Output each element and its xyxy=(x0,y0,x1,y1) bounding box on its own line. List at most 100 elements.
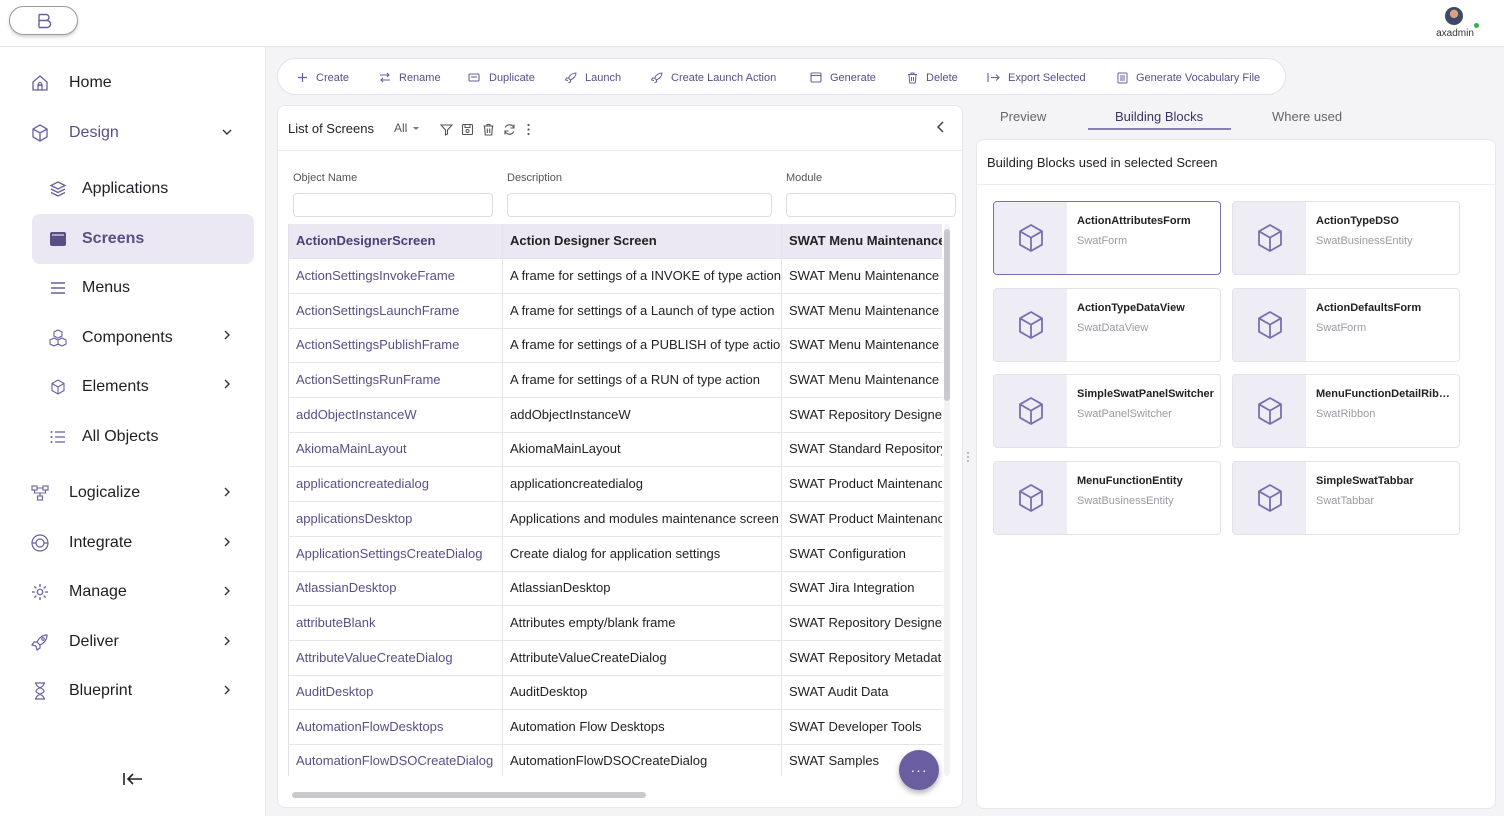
table-row[interactable]: AutomationFlowDSOCreateDialog Automation… xyxy=(289,744,942,776)
building-block-card-selected[interactable]: ActionAttributesForm SwatForm xyxy=(993,201,1221,275)
generate-vocabulary-file-button[interactable]: Generate Vocabulary File xyxy=(1117,69,1260,86)
horizontal-scrollbar[interactable] xyxy=(292,792,646,798)
user-menu[interactable]: axadmin xyxy=(1432,6,1480,40)
object-name-cell[interactable]: addObjectInstanceW xyxy=(289,398,503,432)
table-row[interactable]: ActionSettingsPublishFrame A frame for s… xyxy=(289,328,942,363)
launch-button[interactable]: Launch xyxy=(565,69,621,86)
avatar[interactable] xyxy=(1445,7,1463,25)
tab-building-blocks[interactable]: Building Blocks xyxy=(1115,109,1203,124)
table-row[interactable]: addObjectInstanceW addObjectInstanceW SW… xyxy=(289,398,942,433)
object-name-cell[interactable]: applicationsDesktop xyxy=(289,502,503,536)
building-block-type: SwatTabbar xyxy=(1316,495,1375,507)
building-block-card[interactable]: ActionDefaultsForm SwatForm xyxy=(1232,288,1460,362)
create-launch-action-button[interactable]: Create Launch Action xyxy=(651,69,776,86)
object-name-cell[interactable]: ActionSettingsInvokeFrame xyxy=(289,259,503,293)
object-name-cell[interactable]: ActionSettingsPublishFrame xyxy=(289,328,503,362)
duplicate-button[interactable]: Duplicate xyxy=(468,69,535,86)
collapse-sidebar-button[interactable] xyxy=(120,769,146,789)
object-name-cell[interactable]: AuditDesktop xyxy=(289,675,503,709)
tab-where-used[interactable]: Where used xyxy=(1272,109,1342,124)
refresh-icon[interactable] xyxy=(503,123,516,136)
sidebar-item-components[interactable]: Components xyxy=(32,313,254,363)
table-row[interactable]: ActionSettingsLaunchFrame A frame for se… xyxy=(289,294,942,329)
description-cell: applicationcreatedialog xyxy=(503,467,782,501)
delete-label: Delete xyxy=(926,71,958,84)
layers-icon xyxy=(46,177,70,201)
object-name-cell[interactable]: ActionSettingsRunFrame xyxy=(289,363,503,397)
sidebar-item-blueprint[interactable]: Blueprint xyxy=(20,668,254,714)
object-name-cell[interactable]: attributeBlank xyxy=(289,606,503,640)
panel-splitter-handle[interactable] xyxy=(966,450,970,464)
list-title: List of Screens xyxy=(288,121,374,136)
object-name-cell[interactable]: AkiomaMainLayout xyxy=(289,432,503,466)
sidebar-item-design[interactable]: Design xyxy=(20,110,254,156)
object-name-filter-input[interactable] xyxy=(293,193,493,217)
scroll-thumb[interactable] xyxy=(944,229,950,401)
building-block-card[interactable]: ActionTypeDSO SwatBusinessEntity xyxy=(1232,201,1460,275)
filter-icon[interactable] xyxy=(440,123,453,136)
sidebar-item-label: Manage xyxy=(69,583,127,600)
list-filter-dropdown[interactable]: All xyxy=(394,121,421,135)
username: axadmin xyxy=(1436,28,1474,39)
app-logo-button[interactable] xyxy=(9,6,78,35)
table-row[interactable]: AkiomaMainLayout AkiomaMainLayout SWAT S… xyxy=(289,432,942,467)
table-row[interactable]: AutomationFlowDesktops Automation Flow D… xyxy=(289,710,942,745)
create-button[interactable]: Create xyxy=(297,69,349,86)
sidebar-item-menus[interactable]: Menus xyxy=(32,263,254,313)
chevron-right-icon xyxy=(220,535,234,549)
description-cell: A frame for settings of a INVOKE of type… xyxy=(503,259,782,293)
trash-icon[interactable] xyxy=(482,123,495,136)
action-toolbar: Create Rename Duplicate Launch Create La… xyxy=(277,58,1286,95)
generate-button[interactable]: Generate xyxy=(810,69,876,86)
collapse-panel-button[interactable] xyxy=(934,120,948,134)
object-name-cell[interactable]: AutomationFlowDesktops xyxy=(289,710,503,744)
save-icon[interactable] xyxy=(461,123,474,136)
table-row-selected[interactable]: ActionDesignerScreen Action Designer Scr… xyxy=(289,224,942,259)
building-block-card[interactable]: MenuFunctionDetailRibbon SwatRibbon xyxy=(1232,374,1460,448)
table-row[interactable]: ApplicationSettingsCreateDialog Create d… xyxy=(289,537,942,572)
object-name-cell[interactable]: AutomationFlowDSOCreateDialog xyxy=(289,744,503,776)
object-name-cell[interactable]: applicationcreatedialog xyxy=(289,467,503,501)
delete-button[interactable]: Delete xyxy=(907,69,958,86)
description-cell: Attributes empty/blank frame xyxy=(503,606,782,640)
sidebar-item-screens[interactable]: Screens xyxy=(32,214,254,264)
more-vertical-icon[interactable] xyxy=(526,123,531,136)
object-name-cell[interactable]: AtlassianDesktop xyxy=(289,571,503,605)
sidebar-item-integrate[interactable]: Integrate xyxy=(20,520,254,566)
description-filter-input[interactable] xyxy=(507,193,772,217)
building-block-card[interactable]: SimpleSwatTabbar SwatTabbar xyxy=(1232,461,1460,535)
sidebar-item-elements[interactable]: Elements xyxy=(32,362,254,412)
tab-preview[interactable]: Preview xyxy=(1000,109,1046,124)
sidebar-item-manage[interactable]: Manage xyxy=(20,569,254,615)
table-row[interactable]: applicationsDesktop Applications and mod… xyxy=(289,502,942,537)
building-block-card[interactable]: ActionTypeDataView SwatDataView xyxy=(993,288,1221,362)
description-cell: AtlassianDesktop xyxy=(503,571,782,605)
sidebar-item-label: Home xyxy=(69,74,112,91)
table-row[interactable]: AttributeValueCreateDialog AttributeValu… xyxy=(289,641,942,676)
table-row[interactable]: AuditDesktop AuditDesktop SWAT Audit Dat… xyxy=(289,675,942,710)
screens-table: ActionDesignerScreen Action Designer Scr… xyxy=(288,224,942,776)
table-row[interactable]: attributeBlank Attributes empty/blank fr… xyxy=(289,606,942,641)
object-name-cell[interactable]: AttributeValueCreateDialog xyxy=(289,641,503,675)
module-filter-input[interactable] xyxy=(786,193,956,217)
vertical-scrollbar[interactable] xyxy=(944,224,950,776)
building-block-card[interactable]: MenuFunctionEntity SwatBusinessEntity xyxy=(993,461,1221,535)
rename-label: Rename xyxy=(399,71,441,84)
export-selected-button[interactable]: Export Selected xyxy=(987,69,1086,86)
object-name-cell[interactable]: ActionDesignerScreen xyxy=(289,224,503,258)
table-row[interactable]: AtlassianDesktop AtlassianDesktop SWAT J… xyxy=(289,571,942,606)
table-row[interactable]: ActionSettingsRunFrame A frame for setti… xyxy=(289,363,942,398)
rename-button[interactable]: Rename xyxy=(379,69,441,86)
sidebar-item-logicalize[interactable]: Logicalize xyxy=(20,470,254,516)
sidebar-item-all-objects[interactable]: All Objects xyxy=(32,412,254,462)
sidebar-item-home[interactable]: Home xyxy=(20,60,254,106)
object-name-cell[interactable]: ActionSettingsLaunchFrame xyxy=(289,294,503,328)
sidebar-item-applications[interactable]: Applications xyxy=(32,164,254,214)
table-row[interactable]: applicationcreatedialog applicationcreat… xyxy=(289,467,942,502)
building-block-card[interactable]: SimpleSwatPanelSwitcher SwatPanelSwitche… xyxy=(993,374,1221,448)
object-name-cell[interactable]: ApplicationSettingsCreateDialog xyxy=(289,537,503,571)
sidebar-item-deliver[interactable]: Deliver xyxy=(20,619,254,665)
more-actions-fab[interactable]: ··· xyxy=(899,750,939,790)
table-row[interactable]: ActionSettingsInvokeFrame A frame for se… xyxy=(289,259,942,294)
duplicate-label: Duplicate xyxy=(489,71,535,84)
